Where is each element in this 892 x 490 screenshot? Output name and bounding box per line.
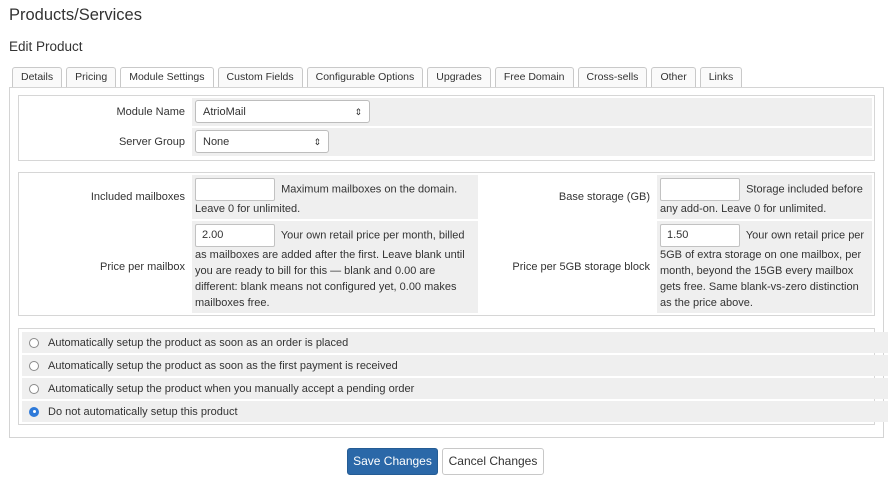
server-group-value: None xyxy=(203,135,230,148)
autosetup-option-none[interactable]: Do not automatically setup this product xyxy=(22,401,888,422)
autosetup-section: Automatically setup the product as soon … xyxy=(18,328,888,425)
radio-button[interactable] xyxy=(29,360,39,371)
tab-custom-fields[interactable]: Custom Fields xyxy=(217,67,303,87)
radio-button-checked[interactable] xyxy=(29,406,39,417)
radio-button[interactable] xyxy=(29,337,39,348)
page-subtitle: Edit Product xyxy=(9,39,83,54)
tab-free-domain[interactable]: Free Domain xyxy=(494,67,574,87)
module-section: Module Name AtrioMail ⇕ Server Group Non… xyxy=(18,95,875,161)
cancel-changes-button[interactable]: Cancel Changes xyxy=(442,448,544,475)
select-arrows-icon: ⇕ xyxy=(313,136,321,147)
config-options-section: Included mailboxes Maximum mailboxes on … xyxy=(18,172,875,316)
base-storage-label: Base storage (GB) xyxy=(480,175,655,219)
base-storage-help-rest: any add-on. Leave 0 for unlimited. xyxy=(660,203,827,215)
price-per-storage-block-help: Your own retail price xyxy=(745,229,846,242)
module-settings-pane: Module Name AtrioMail ⇕ Server Group Non… xyxy=(9,87,888,438)
price-per-mailbox-field: 2.00 Your own retail price per month, bi… xyxy=(192,221,478,313)
module-name-label: Module Name xyxy=(21,98,190,126)
select-arrows-icon: ⇕ xyxy=(354,106,362,117)
tab-cross-sells[interactable]: Cross-sells xyxy=(577,67,648,87)
base-storage-help: Storage included before xyxy=(746,183,863,196)
page-title: Products/Services xyxy=(9,6,142,24)
module-name-value: AtrioMail xyxy=(203,105,246,118)
tab-pricing[interactable]: Pricing xyxy=(66,67,117,87)
price-per-mailbox-help: Your own retail price per xyxy=(280,229,400,242)
price-per-mailbox-label: Price per mailbox xyxy=(21,221,190,313)
price-per-storage-block-field: 1.50 Your own retail price per 5GB of ex… xyxy=(657,221,872,313)
price-per-storage-block-label: Price per 5GB storage block xyxy=(480,221,655,313)
included-mailboxes-field: Maximum mailboxes on the domain. Leave 0… xyxy=(192,175,478,219)
module-name-select[interactable]: AtrioMail ⇕ xyxy=(195,100,370,123)
autosetup-option-label: Automatically setup the product as soon … xyxy=(48,359,398,372)
included-mailboxes-input[interactable] xyxy=(195,178,275,201)
server-group-label: Server Group xyxy=(21,128,190,156)
tab-upgrades[interactable]: Upgrades xyxy=(427,67,491,87)
tab-links[interactable]: Links xyxy=(699,67,743,87)
tab-module-settings[interactable]: Module Settings xyxy=(120,67,214,88)
autosetup-option-on-order[interactable]: Automatically setup the product as soon … xyxy=(22,332,888,353)
autosetup-option-label: Automatically setup the product as soon … xyxy=(48,336,349,349)
price-per-mailbox-input[interactable]: 2.00 xyxy=(195,224,275,247)
tab-details[interactable]: Details xyxy=(12,67,63,87)
autosetup-option-on-accept[interactable]: Automatically setup the product when you… xyxy=(22,378,888,399)
included-mailboxes-help: Maximum mailboxes on the domain. xyxy=(281,183,458,196)
autosetup-option-label: Do not automatically setup this product xyxy=(48,405,238,418)
save-changes-button[interactable]: Save Changes xyxy=(347,448,438,475)
server-group-select[interactable]: None ⇕ xyxy=(195,130,329,153)
tab-configurable-options[interactable]: Configurable Options xyxy=(306,67,424,87)
tab-other[interactable]: Other xyxy=(651,67,696,87)
price-per-storage-block-input[interactable]: 1.50 xyxy=(660,224,740,247)
base-storage-input[interactable] xyxy=(660,178,740,201)
included-mailboxes-label: Included mailboxes xyxy=(21,175,190,219)
autosetup-option-label: Automatically setup the product when you… xyxy=(48,382,415,395)
product-tabs: Details Pricing Module Settings Custom F… xyxy=(12,67,743,88)
included-mailboxes-help-rest: Leave 0 for unlimited. xyxy=(195,203,301,215)
base-storage-field: Storage included before any add-on. Leav… xyxy=(657,175,872,219)
autosetup-option-on-payment[interactable]: Automatically setup the product as soon … xyxy=(22,355,888,376)
radio-button[interactable] xyxy=(29,383,39,394)
